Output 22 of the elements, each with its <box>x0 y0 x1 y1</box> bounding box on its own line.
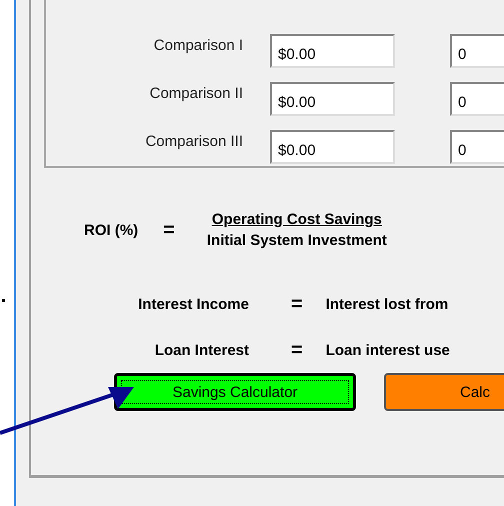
comparison-label: Comparison I <box>152 36 243 54</box>
equals-sign: = <box>291 338 303 362</box>
formula-label: Interest Income <box>137 296 249 312</box>
savings-field[interactable]: $0.00 <box>270 130 395 164</box>
equals-sign: = <box>291 292 303 316</box>
comparison-label: Comparison III <box>144 132 243 150</box>
formula-text: Loan interest use <box>326 342 450 358</box>
denominator-text: Initial System Investment <box>206 232 387 249</box>
calculator-button[interactable]: Calc <box>384 373 504 411</box>
savings-field[interactable]: $0.00 <box>270 34 395 68</box>
input-field[interactable]: 0 <box>450 82 504 116</box>
savings-field[interactable]: $0.00 <box>270 82 395 116</box>
input-field[interactable]: 0 <box>450 34 504 68</box>
comparison-label: Comparison II <box>148 84 243 102</box>
formula-text: Interest lost from <box>326 296 448 312</box>
formula-label: ROI (%) <box>84 222 138 238</box>
input-field[interactable]: 0 <box>450 130 504 164</box>
dot-mark <box>2 299 5 302</box>
numerator-text: Operating Cost Savings <box>212 211 382 228</box>
formula-label: Loan Interest <box>154 342 249 358</box>
equals-sign: = <box>163 218 175 242</box>
calculator-button[interactable]: Savings Calculator <box>114 373 356 411</box>
